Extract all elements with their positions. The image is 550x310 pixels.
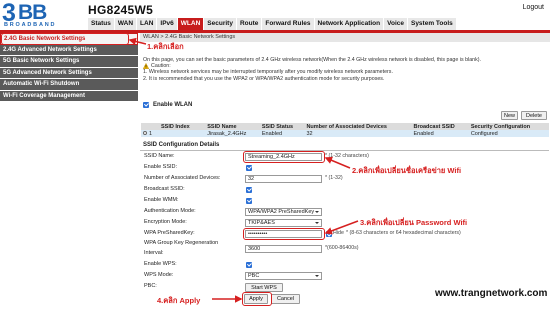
page-description: On this page, you can set the basic para… [143, 57, 548, 82]
nav-tab-lan[interactable]: LAN [137, 18, 158, 30]
auth-mode-value: WPA/WPA2 PreSharedKey [248, 208, 315, 215]
section-divider [140, 150, 549, 151]
regen-interval-input[interactable]: 3600 [245, 244, 322, 253]
annotation-highlight-ssid [243, 151, 325, 163]
ssid-index-value: 1 [149, 130, 153, 137]
auth-mode-select[interactable]: WPA/WPA2 PreSharedKey [245, 207, 322, 216]
header: 3 BB BROADBAND HG8245W5 Logout Status WA… [0, 0, 550, 30]
delete-button[interactable]: Delete [521, 111, 547, 120]
column-header: Broadcast SSID [411, 123, 469, 130]
ssid-name-label: SSID Name: [144, 153, 175, 159]
sidebar-item-wifi-shutdown[interactable]: Automatic Wi-Fi Shutdown [0, 79, 138, 91]
breadcrumb: WLAN > 2.4G Basic Network Settings [140, 33, 550, 42]
assoc-devices-input[interactable]: 32 [245, 174, 322, 183]
table-cell: Enabled [411, 130, 469, 137]
sidebar-item-5g-basic[interactable]: 5G Basic Network Settings [0, 56, 138, 68]
caution-heading: Caution: [143, 63, 548, 69]
enable-wmm-checkbox[interactable] [246, 197, 252, 204]
enable-wmm-label: Enable WMM: [144, 197, 179, 203]
enable-wlan-label: Enable WLAN [153, 101, 193, 108]
new-button[interactable]: New [501, 111, 518, 120]
table-cell: 32 [304, 130, 412, 137]
psk-label: WPA PreSharedKey: [144, 230, 195, 236]
table-cell: Configured [468, 130, 549, 137]
main-panel: WLAN > 2.4G Basic Network Settings On th… [140, 33, 550, 310]
column-header: SSID Index [141, 123, 206, 130]
nav-tab-ipv6[interactable]: IPv6 [157, 18, 178, 30]
chevron-down-icon [315, 210, 319, 213]
hide-psk-label: Hide [333, 230, 344, 236]
column-header: Security Configuration [468, 123, 549, 130]
encryption-mode-label: Encryption Mode: [144, 219, 187, 225]
table-row[interactable]: 1 Jirasak_2.4GHz Enabled 32 Enabled Conf… [141, 130, 549, 137]
enable-ssid-label: Enable SSID: [144, 164, 178, 170]
annotation-step-1: 1.คลิกเลือก [147, 42, 184, 51]
ssid-name-hint: * (1-32 characters) [325, 153, 369, 159]
table-header-row: SSID Index SSID Name SSID Status Number … [141, 123, 549, 130]
chevron-down-icon [315, 274, 319, 277]
assoc-devices-hint: * (1-32) [325, 175, 343, 181]
enable-wps-checkbox[interactable] [246, 261, 252, 268]
assoc-devices-label: Number of Associated Devices: [144, 175, 221, 181]
sidebar-item-wifi-coverage[interactable]: Wi-Fi Coverage Management [0, 90, 138, 102]
nav-tab-security[interactable]: Security [204, 18, 237, 30]
annotation-highlight-psk [243, 228, 325, 240]
cancel-button[interactable]: Cancel [271, 294, 300, 304]
main-nav: Status WAN LAN IPv6 WLAN Security Route … [88, 18, 457, 30]
enable-wps-label: Enable WPS: [144, 261, 177, 267]
regen-interval-label-2: Interval: [144, 250, 164, 256]
sidebar: 2.4G Basic Network Settings 2.4G Advance… [0, 33, 138, 310]
nav-tab-voice[interactable]: Voice [384, 18, 408, 30]
nav-tab-system-tools[interactable]: System Tools [407, 18, 457, 30]
sidebar-item-24g-advanced[interactable]: 2.4G Advanced Network Settings [0, 44, 138, 56]
caution-label: Caution: [151, 63, 171, 70]
enable-ssid-checkbox[interactable] [246, 164, 252, 171]
logo-tagline: BROADBAND [4, 22, 57, 28]
column-header: Number of Associated Devices [304, 123, 412, 130]
table-cell-index: 1 [141, 130, 206, 137]
encryption-mode-select[interactable]: TKIP&AES [245, 218, 322, 227]
wps-mode-select[interactable]: PBC [245, 271, 322, 280]
ssid-table: SSID Index SSID Name SSID Status Number … [141, 123, 549, 137]
wps-mode-value: PBC [248, 272, 260, 279]
row-select-radio[interactable] [143, 131, 147, 136]
annotation-step-2: 2.คลิกเพื่อเปลี่ยนชื่อเครือข่าย Wifi [352, 166, 462, 175]
watermark: www.trangnetwork.com [435, 288, 548, 299]
pbc-label: PBC: [144, 283, 157, 289]
psk-hint: * (8-63 characters or 64 hexadecimal cha… [346, 230, 461, 236]
wps-mode-label: WPS Mode: [144, 272, 174, 278]
annotation-step-4: 4.คลิก Apply [157, 296, 201, 305]
annotation-highlight-sidebar [1, 33, 129, 45]
annotation-step-3: 3.คลิกเพื่อเปลี่ยน Password Wifi [360, 218, 468, 227]
nav-tab-network-application[interactable]: Network Application [314, 18, 385, 30]
nav-tab-wan[interactable]: WAN [114, 18, 138, 30]
sidebar-item-5g-advanced[interactable]: 5G Advanced Network Settings [0, 67, 138, 79]
nav-tab-forward-rules[interactable]: Forward Rules [262, 18, 315, 30]
column-header: SSID Status [259, 123, 305, 130]
nav-tab-status[interactable]: Status [88, 18, 115, 30]
enable-wlan-row: Enable WLAN [143, 100, 192, 109]
chevron-down-icon [315, 221, 319, 224]
table-cell: Jirasak_2.4GHz [205, 130, 260, 137]
warning-icon [143, 63, 149, 70]
column-header: SSID Name [205, 123, 260, 130]
encryption-mode-value: TKIP&AES [248, 219, 275, 226]
annotation-highlight-apply [242, 292, 272, 306]
auth-mode-label: Authentication Mode: [144, 208, 196, 214]
hide-psk-checkbox[interactable] [326, 231, 332, 237]
regen-interval-hint: *(600-86400s) [325, 245, 359, 251]
regen-interval-label: WPA Group Key Regeneration [144, 240, 219, 246]
start-wps-button[interactable]: Start WPS [245, 283, 283, 292]
broadcast-ssid-label: Broadcast SSID: [144, 186, 185, 192]
nav-tab-route[interactable]: Route [236, 18, 263, 30]
logout-link[interactable]: Logout [523, 4, 544, 11]
enable-wlan-checkbox[interactable] [143, 101, 149, 108]
broadcast-ssid-checkbox[interactable] [246, 186, 252, 193]
device-model: HG8245W5 [88, 3, 154, 17]
nav-tab-wlan[interactable]: WLAN [177, 18, 205, 30]
table-cell: Enabled [259, 130, 305, 137]
caution-note-2: 2. It is recommended that you use the WP… [143, 75, 385, 82]
config-section-title: SSID Configuration Details [143, 142, 220, 148]
